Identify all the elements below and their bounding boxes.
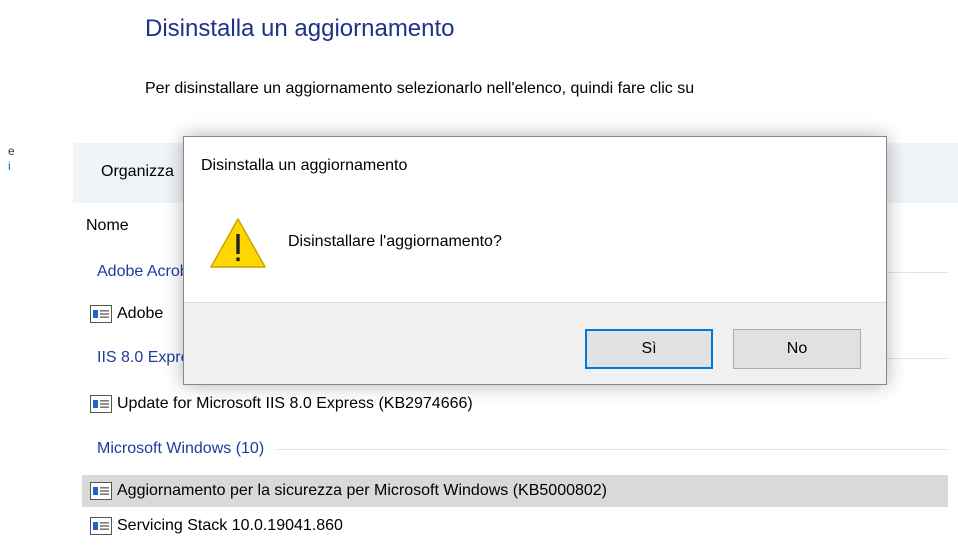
organize-menu[interactable]: Organizza: [101, 163, 174, 181]
list-item[interactable]: Servicing Stack 10.0.19041.860: [82, 510, 948, 542]
no-button[interactable]: No: [733, 329, 861, 369]
list-item-label: Update for Microsoft IIS 8.0 Express (KB…: [117, 395, 473, 412]
update-icon: [90, 305, 112, 323]
page-description: Per disinstallare un aggiornamento selez…: [145, 80, 695, 97]
dialog-footer: Sì No: [184, 302, 886, 384]
update-icon: [90, 482, 112, 500]
list-item-label: Aggiornamento per la sicurezza per Micro…: [117, 482, 608, 499]
left-pane-link[interactable]: i: [8, 160, 14, 172]
dialog-body: Disinstallare l'aggiornamento?: [184, 197, 886, 299]
update-icon: [90, 517, 112, 535]
column-header-name[interactable]: Nome: [86, 217, 129, 235]
group-divider: [276, 448, 948, 450]
update-icon: [90, 395, 112, 413]
yes-button[interactable]: Sì: [585, 329, 713, 369]
left-pane-text: e: [8, 145, 14, 157]
page-title: Disinstalla un aggiornamento: [145, 15, 455, 42]
dialog-message: Disinstallare l'aggiornamento?: [288, 233, 502, 250]
warning-icon: [210, 218, 266, 268]
group-header[interactable]: Microsoft Windows (10): [97, 437, 948, 461]
list-item-label: Servicing Stack 10.0.19041.860: [117, 517, 343, 534]
dialog-title: Disinstalla un aggiornamento: [201, 157, 408, 174]
list-item-selected[interactable]: Aggiornamento per la sicurezza per Micro…: [82, 475, 948, 507]
list-item-label: Adobe: [117, 305, 164, 322]
list-item[interactable]: Update for Microsoft IIS 8.0 Express (KB…: [82, 388, 948, 420]
group-label: Microsoft Windows (10): [97, 440, 265, 457]
confirm-dialog: Disinstalla un aggiornamento Disinstalla…: [183, 136, 887, 385]
